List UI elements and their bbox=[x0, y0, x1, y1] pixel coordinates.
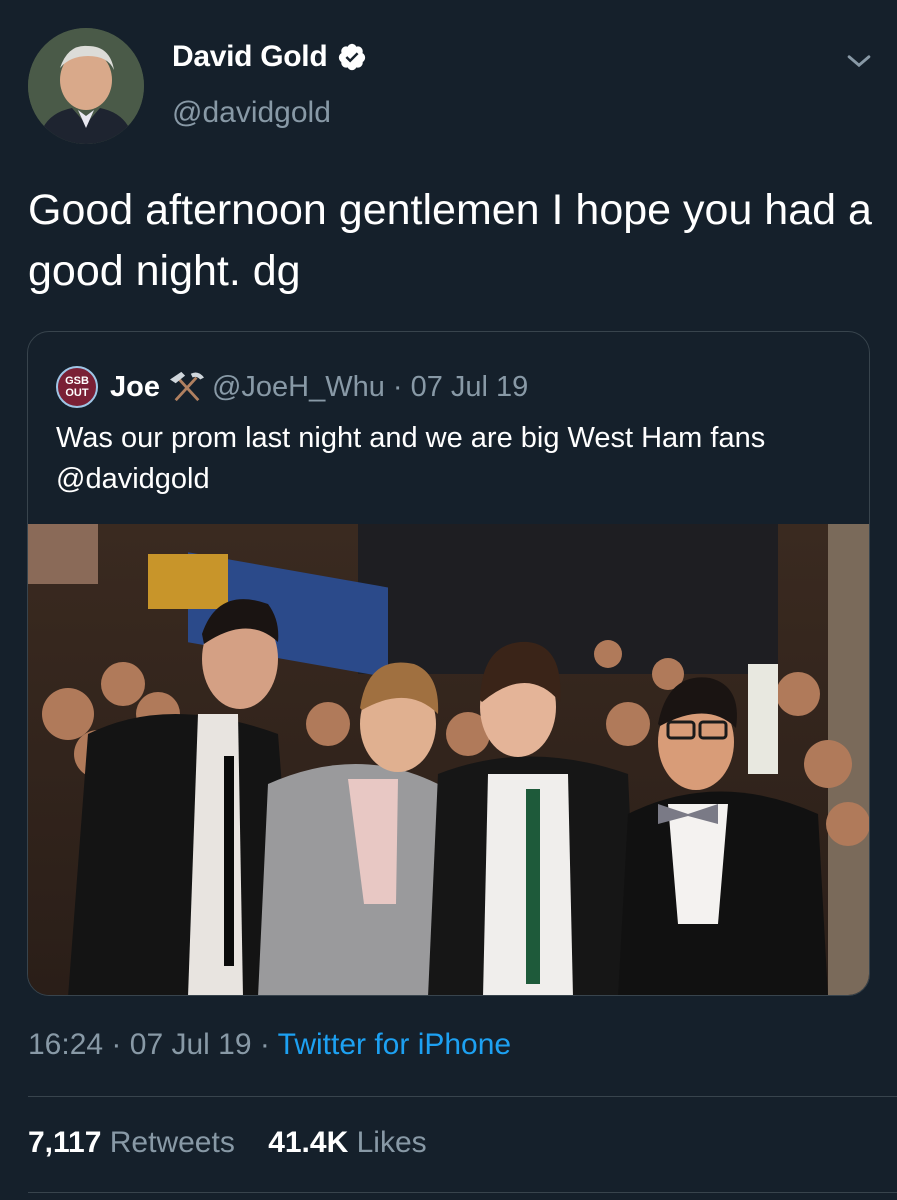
retweets-label: Retweets bbox=[109, 1126, 235, 1159]
separator: · bbox=[259, 1028, 270, 1061]
quoted-tweet-date: 07 Jul 19 bbox=[410, 370, 529, 403]
divider bbox=[28, 1096, 897, 1097]
verified-badge-icon bbox=[339, 43, 366, 71]
quoted-author-avatar[interactable]: GSB OUT bbox=[56, 366, 98, 408]
separator: · bbox=[392, 370, 403, 403]
avatar-text-bottom: OUT bbox=[65, 387, 89, 399]
separator: · bbox=[111, 1028, 122, 1061]
quoted-tweet[interactable]: GSB OUT Joe @JoeH_Whu · 07 Jul 19 Was ou… bbox=[27, 331, 870, 996]
author-avatar[interactable] bbox=[28, 28, 144, 144]
tweet-text: Good afternoon gentlemen I hope you had … bbox=[28, 186, 872, 295]
retweets-count: 7,117 bbox=[28, 1126, 102, 1159]
tweet-source-link[interactable]: Twitter for iPhone bbox=[278, 1028, 511, 1061]
author-handle[interactable]: @davidgold bbox=[172, 96, 331, 130]
likes-count: 41.4K bbox=[268, 1126, 349, 1159]
tweet-time: 16:24 bbox=[28, 1028, 104, 1061]
quoted-author-handle[interactable]: @JoeH_Whu bbox=[212, 371, 385, 404]
tweet-date: 07 Jul 19 bbox=[129, 1028, 252, 1061]
quoted-author-name[interactable]: Joe bbox=[110, 371, 160, 404]
tweet-stats: 7,117 Retweets 41.4K Likes bbox=[28, 1126, 427, 1160]
hammer-and-pick-icon bbox=[169, 371, 204, 402]
retweets-stat[interactable]: 7,117 Retweets bbox=[28, 1126, 243, 1159]
quoted-tweet-text: Was our prom last night and we are big W… bbox=[56, 422, 766, 495]
likes-label: Likes bbox=[356, 1126, 427, 1159]
quoted-tweet-photo[interactable] bbox=[28, 524, 869, 995]
chevron-down-icon[interactable] bbox=[842, 44, 876, 78]
tweet-meta: 16:24 · 07 Jul 19 · Twitter for iPhone bbox=[28, 1028, 511, 1062]
author-name[interactable]: David Gold bbox=[172, 40, 328, 74]
divider bbox=[28, 1192, 897, 1193]
likes-stat[interactable]: 41.4K Likes bbox=[268, 1126, 426, 1159]
avatar-text-top: GSB bbox=[65, 375, 89, 387]
